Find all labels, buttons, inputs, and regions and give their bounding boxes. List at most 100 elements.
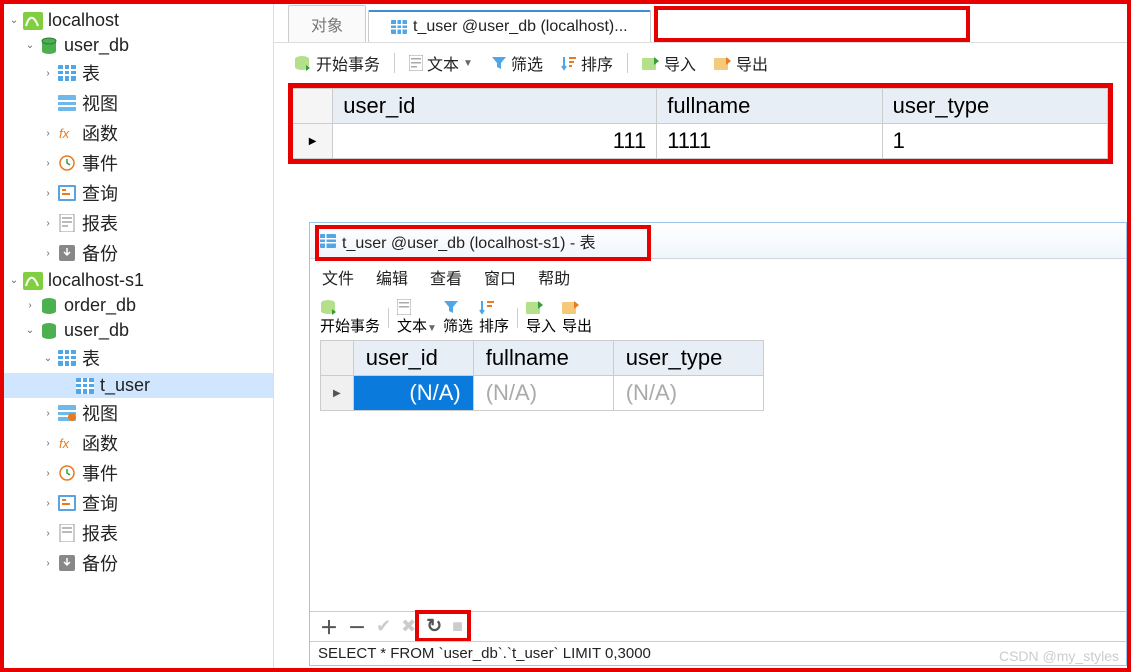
grid-row[interactable]: ▶ (N/A) (N/A) (N/A): [321, 376, 764, 411]
grid-gutter-header: [321, 341, 354, 376]
sort-button[interactable]: 排序: [555, 49, 619, 77]
begin-transaction-button[interactable]: 开始事务: [320, 299, 380, 336]
connection-node-localhost-s1[interactable]: ⌄ localhost-s1: [4, 268, 273, 293]
button-label: 开始事务: [320, 318, 380, 335]
stop-button[interactable]: ■: [452, 616, 463, 637]
cancel-button[interactable]: ✖: [401, 616, 416, 637]
function-icon: fx: [56, 124, 78, 142]
delete-record-button[interactable]: －: [348, 614, 366, 640]
tab-label: t_user @user_db (localhost)...: [413, 18, 628, 36]
button-label: 文本: [397, 318, 427, 335]
report-icon: [56, 214, 78, 232]
views-folder[interactable]: ›视图: [4, 88, 273, 118]
begin-transaction-button[interactable]: 开始事务: [288, 49, 386, 77]
button-label: 排序: [581, 51, 613, 75]
query-icon: [56, 494, 78, 512]
grid-row[interactable]: ▶ 111 1111 1: [293, 124, 1108, 159]
tree-label: 查询: [82, 490, 118, 516]
tables-folder-s1[interactable]: ⌄表: [4, 343, 273, 373]
menu-edit[interactable]: 编辑: [376, 265, 408, 289]
table-icon: [56, 64, 78, 82]
refresh-button[interactable]: ↻: [426, 615, 442, 638]
export-button[interactable]: 导出: [562, 299, 592, 336]
sort-button[interactable]: 排序: [479, 299, 509, 336]
report-icon: [56, 524, 78, 542]
cell-user-type[interactable]: (N/A): [613, 376, 763, 411]
tree-label: 表: [82, 60, 100, 86]
queries-folder[interactable]: ›查询: [4, 178, 273, 208]
button-label: 筛选: [443, 318, 473, 335]
row-indicator: ▶: [321, 376, 354, 411]
connection-node-localhost[interactable]: ⌄ localhost: [4, 8, 273, 33]
window-title: t_user @user_db (localhost-s1) - 表: [342, 229, 596, 253]
events-folder[interactable]: ›事件: [4, 148, 273, 178]
database-node-user-db[interactable]: ⌄ user_db: [4, 33, 273, 58]
tables-folder[interactable]: ›表: [4, 58, 273, 88]
backup-icon: [56, 244, 78, 262]
cell-user-type[interactable]: 1: [882, 124, 1107, 159]
main-toolbar: 开始事务 文本▼ 筛选 排序 导入 导出: [274, 42, 1127, 83]
row-indicator: ▶: [293, 124, 333, 159]
column-header-fullname[interactable]: fullname: [473, 341, 613, 376]
svg-text:fx: fx: [59, 126, 70, 141]
database-label: user_db: [64, 35, 129, 56]
tree-label: 查询: [82, 180, 118, 206]
reports-folder[interactable]: ›报表: [4, 208, 273, 238]
tree-label: 备份: [82, 240, 118, 266]
column-header-fullname[interactable]: fullname: [657, 89, 882, 124]
reports-folder-s1[interactable]: ›报表: [4, 518, 273, 548]
cell-fullname[interactable]: (N/A): [473, 376, 613, 411]
events-folder-s1[interactable]: ›事件: [4, 458, 273, 488]
functions-folder[interactable]: ›fx函数: [4, 118, 273, 148]
connection-tree: ⌄ localhost ⌄ user_db ›表 ›视图 ›fx函数 ›事件 ›…: [4, 4, 274, 668]
table-icon: [320, 234, 336, 248]
backups-folder-s1[interactable]: ›备份: [4, 548, 273, 578]
button-label: 文本: [427, 51, 459, 75]
button-label: 开始事务: [316, 51, 380, 75]
tree-label: 报表: [82, 210, 118, 236]
import-button[interactable]: 导入: [526, 299, 556, 336]
database-icon: [38, 297, 60, 315]
tab-bar: 对象 t_user @user_db (localhost)...: [274, 4, 1127, 42]
column-header-user-type[interactable]: user_type: [882, 89, 1107, 124]
button-label: 导入: [526, 318, 556, 335]
tree-label: 视图: [82, 400, 118, 426]
column-header-user-id[interactable]: user_id: [333, 89, 657, 124]
tab-table-localhost[interactable]: t_user @user_db (localhost)...: [368, 10, 651, 42]
views-folder-s1[interactable]: ›视图: [4, 398, 273, 428]
mysql-icon: [22, 12, 44, 30]
mysql-icon: [22, 272, 44, 290]
cell-fullname[interactable]: 1111: [657, 124, 882, 159]
tab-objects[interactable]: 对象: [288, 5, 366, 42]
cell-user-id[interactable]: (N/A): [353, 376, 473, 411]
grid-localhost: user_id fullname user_type ▶ 111 1111 1: [288, 83, 1113, 164]
apply-button[interactable]: ✔: [376, 616, 391, 637]
text-button[interactable]: 文本▼: [397, 299, 437, 336]
column-header-user-type[interactable]: user_type: [613, 341, 763, 376]
grid-gutter-header: [293, 89, 333, 124]
import-button[interactable]: 导入: [636, 49, 702, 77]
cell-user-id[interactable]: 111: [333, 124, 657, 159]
menu-file[interactable]: 文件: [322, 265, 354, 289]
menu-help[interactable]: 帮助: [538, 265, 570, 289]
database-node-order-db[interactable]: ›order_db: [4, 293, 273, 318]
menu-view[interactable]: 查看: [430, 265, 462, 289]
database-label: user_db: [64, 320, 129, 341]
database-node-user-db-s1[interactable]: ⌄user_db: [4, 318, 273, 343]
table-node-t-user[interactable]: ›t_user: [4, 373, 273, 398]
column-header-user-id[interactable]: user_id: [353, 341, 473, 376]
tree-label: 表: [82, 345, 100, 371]
filter-button[interactable]: 筛选: [443, 299, 473, 336]
sql-text: SELECT * FROM `user_db`.`t_user` LIMIT 0…: [318, 645, 651, 662]
filter-button[interactable]: 筛选: [485, 49, 549, 77]
text-button[interactable]: 文本▼: [403, 49, 479, 77]
queries-folder-s1[interactable]: ›查询: [4, 488, 273, 518]
add-record-button[interactable]: ＋: [320, 614, 338, 640]
menu-window[interactable]: 窗口: [484, 265, 516, 289]
window-titlebar[interactable]: t_user @user_db (localhost-s1) - 表: [310, 223, 1126, 259]
connection-label: localhost: [48, 10, 119, 31]
export-button[interactable]: 导出: [708, 49, 774, 77]
functions-folder-s1[interactable]: ›fx函数: [4, 428, 273, 458]
button-label: 导入: [664, 51, 696, 75]
backups-folder[interactable]: ›备份: [4, 238, 273, 268]
